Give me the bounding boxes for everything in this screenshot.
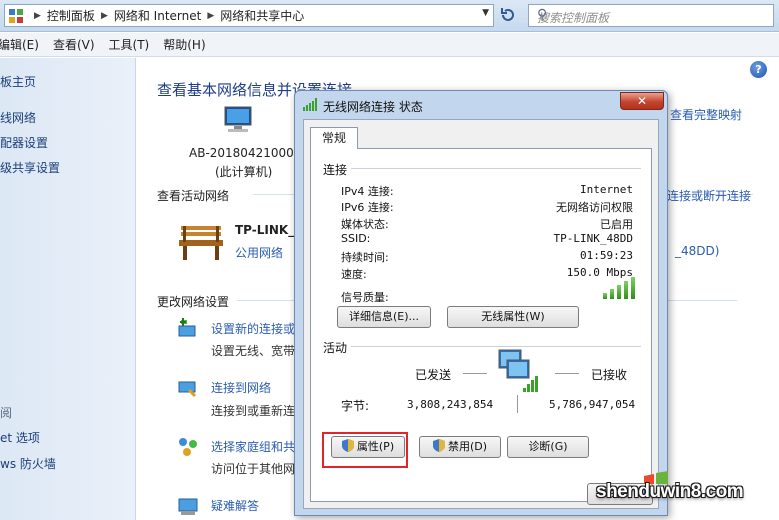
see-also-label: 阅 [0,406,13,420]
network-type-link[interactable]: 公用网络 [235,244,283,261]
wireless-connection-link[interactable]: _48DD) [675,244,719,258]
task-troubleshoot[interactable]: 疑难解答 [211,497,259,514]
row-value: 无网络访问权限 [556,201,633,214]
row-value: TP-LINK_48DD [553,232,633,245]
menu-view[interactable]: 查看(V) [53,36,95,53]
breadcrumb-item[interactable]: 控制面板 [47,7,95,24]
status-dialog: 无线网络连接 状态 ✕ 常规 连接 IPv4 连接: Internet IPv6… [294,90,668,516]
divider [555,373,579,374]
row-label: 媒体状态: [341,218,389,231]
breadcrumb[interactable]: ▶ 控制面板 ▶ 网络和 Internet ▶ 网络和共享中心 ▼ [4,4,494,27]
watermark: shenduwin8.com [596,481,744,502]
breadcrumb-chevron-icon: ▶ [100,10,108,21]
menu-tools[interactable]: 工具(T) [109,36,150,53]
help-icon[interactable]: ? [750,61,767,78]
bytes-label: 字节: [341,399,370,413]
breadcrumb-chevron-icon: ▶ [207,10,215,21]
divider [351,346,641,347]
address-bar: ▶ 控制面板 ▶ 网络和 Internet ▶ 网络和共享中心 ▼ 搜索控制面板… [0,0,779,32]
sidebar-item-sharing[interactable]: 级共享设置 [0,159,60,176]
row-label: SSID: [341,232,371,245]
sidebar-item-firewall[interactable]: ws 防火墙 [0,455,56,472]
breadcrumb-chevron-icon: ▶ [34,10,41,21]
computer-icon [222,106,254,134]
signal-bars-icon [603,277,635,299]
dialog-title: 无线网络连接 状态 [323,100,423,114]
bytes-sent: 3,808,243,854 [407,398,494,411]
divider [351,168,641,169]
dialog-titlebar[interactable]: 无线网络连接 状态 [295,91,667,119]
row-label: 持续时间: [341,251,389,264]
row-label: IPv6 连接: [341,201,394,214]
breadcrumb-item[interactable]: 网络和共享中心 [220,7,304,24]
row-label: IPv4 连接: [341,185,394,198]
row-value: 01:59:23 [580,249,633,262]
sidebar-item-adapter[interactable]: 配器设置 [0,134,48,151]
connect-disconnect-link[interactable]: 连接或断开连接 [667,187,751,204]
connect-network-icon [177,376,199,398]
task-homegroup[interactable]: 选择家庭组和共 [211,438,295,455]
sidebar-item-home[interactable]: 板主页 [0,73,36,90]
search-input[interactable]: 搜索控制面板 ⚲ [528,4,774,27]
network-activity-icon [497,348,543,394]
search-icon[interactable]: ⚲ [537,7,767,23]
wireless-properties-button[interactable]: 无线属性(W) [447,306,579,328]
computer-sub-label: (此计算机) [215,165,273,179]
network-name: TP-LINK_4 [235,223,303,237]
sent-label: 已发送 [415,368,452,382]
troubleshoot-icon [177,495,199,517]
address-dropdown-icon[interactable]: ▼ [482,8,489,18]
public-network-bench-icon [177,222,227,262]
close-icon[interactable]: ✕ [620,92,664,110]
homegroup-icon [177,436,199,458]
highlight-box [322,432,408,468]
menu-edit[interactable]: 编辑(E) [0,36,39,53]
disable-button-label: 禁用(D) [447,440,488,453]
received-label: 已接收 [591,368,628,382]
computer-name: AB-201804210008 [189,146,302,160]
divider [517,395,518,413]
row-value: 已启用 [600,218,633,231]
see-full-map-link[interactable]: 查看完整映射 [670,106,742,123]
connection-group-label: 连接 [323,163,348,177]
divider [463,373,487,374]
signal-icon [303,98,317,111]
shield-icon [432,439,445,452]
task-setup-new-connection[interactable]: 设置新的连接或 [211,320,295,337]
task-desc: 访问位于其他网 [211,462,296,476]
task-desc: 设置无线、宽带 [211,344,296,358]
row-value: Internet [580,183,633,196]
menu-bar: 编辑(E) 查看(V) 工具(T) 帮助(H) [0,33,779,57]
signal-quality-label: 信号质量: [341,291,389,304]
control-panel-icon [8,8,24,24]
new-connection-icon [177,318,199,340]
breadcrumb-item[interactable]: 网络和 Internet [114,7,201,24]
diagnose-button[interactable]: 诊断(G) [507,436,589,458]
task-desc: 连接到或重新连 [211,404,296,418]
tab-general[interactable]: 常规 [310,127,358,149]
task-connect-network[interactable]: 连接到网络 [211,379,271,396]
disable-button[interactable]: 禁用(D) [419,436,501,458]
details-button[interactable]: 详细信息(E)... [337,306,431,328]
bytes-received: 5,786,947,054 [549,398,636,411]
active-networks-heading: 查看活动网络 [157,189,230,203]
row-label: 速度: [341,268,367,281]
activity-group-label: 活动 [323,341,348,355]
sidebar-item-internet-options[interactable]: et 选项 [0,429,40,446]
change-settings-heading: 更改网络设置 [157,295,230,309]
left-pane: 板主页 线网络 配器设置 级共享设置 阅 et 选项 ws 防火墙 [0,58,136,520]
refresh-icon[interactable] [498,6,518,26]
sidebar-item-wireless[interactable]: 线网络 [0,109,36,126]
menu-help[interactable]: 帮助(H) [163,36,205,53]
